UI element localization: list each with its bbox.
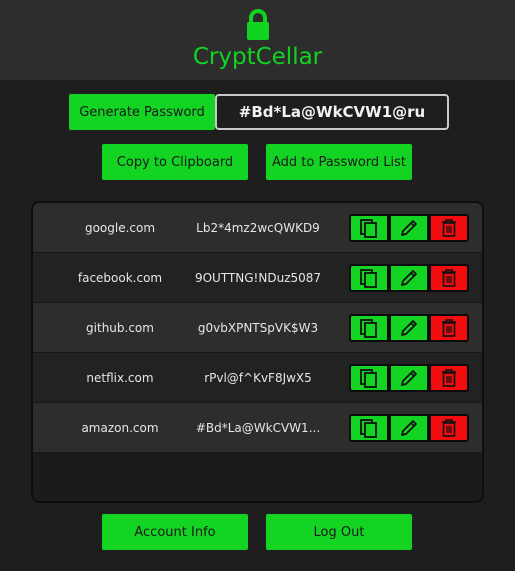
copy-password-button[interactable] — [349, 214, 389, 242]
pencil-icon — [401, 220, 417, 236]
edit-password-button[interactable] — [389, 414, 429, 442]
trash-icon — [442, 369, 456, 387]
copy-icon — [360, 219, 377, 238]
copy-password-button[interactable] — [349, 414, 389, 442]
app-header: CryptCellar — [0, 0, 515, 80]
lock-icon — [247, 9, 269, 40]
pencil-icon — [401, 320, 417, 336]
add-to-password-list-button[interactable]: Add to Password List — [266, 144, 412, 180]
password-row: google.com Lb2*4mz2wcQWKD9 — [33, 203, 482, 253]
password-row: facebook.com 9OUTTNG!NDuz5087 — [33, 253, 482, 303]
delete-password-button[interactable] — [429, 414, 469, 442]
delete-password-button[interactable] — [429, 314, 469, 342]
delete-password-button[interactable] — [429, 214, 469, 242]
generate-password-button[interactable]: Generate Password — [69, 94, 215, 130]
copy-icon — [360, 369, 377, 388]
trash-icon — [442, 269, 456, 287]
site-password: Lb2*4mz2wcQWKD9 — [196, 221, 320, 235]
trash-icon — [442, 319, 456, 337]
edit-password-button[interactable] — [389, 214, 429, 242]
copy-to-clipboard-button[interactable]: Copy to Clipboard — [102, 144, 248, 180]
site-password: g0vbXPNTSpVK$W3 — [197, 321, 319, 335]
pencil-icon — [401, 370, 417, 386]
edit-password-button[interactable] — [389, 364, 429, 392]
generated-password-field[interactable]: #Bd*La@WkCVW1@ru — [215, 94, 449, 130]
site-password: 9OUTTNG!NDuz5087 — [194, 271, 322, 285]
delete-password-button[interactable] — [429, 364, 469, 392]
copy-icon — [360, 419, 377, 438]
app-title: CryptCellar — [192, 44, 323, 70]
password-row: amazon.com #Bd*La@WkCVW1... — [33, 403, 482, 453]
site-password: rPvl@f^KvF8JwX5 — [204, 371, 312, 385]
site-name: github.com — [86, 321, 154, 335]
password-row: github.com g0vbXPNTSpVK$W3 — [33, 303, 482, 353]
delete-password-button[interactable] — [429, 264, 469, 292]
site-name: google.com — [84, 221, 156, 235]
password-list: google.com Lb2*4mz2wcQWKD9 facebook.com … — [31, 201, 484, 503]
site-name: amazon.com — [81, 421, 159, 435]
trash-icon — [442, 419, 456, 437]
edit-password-button[interactable] — [389, 314, 429, 342]
site-password: #Bd*La@WkCVW1... — [195, 421, 321, 435]
site-name: facebook.com — [77, 271, 163, 285]
account-info-button[interactable]: Account Info — [102, 514, 248, 550]
trash-icon — [442, 219, 456, 237]
edit-password-button[interactable] — [389, 264, 429, 292]
log-out-button[interactable]: Log Out — [266, 514, 412, 550]
copy-icon — [360, 319, 377, 338]
pencil-icon — [401, 270, 417, 286]
copy-password-button[interactable] — [349, 364, 389, 392]
pencil-icon — [401, 420, 417, 436]
password-row: netflix.com rPvl@f^KvF8JwX5 — [33, 353, 482, 403]
site-name: netflix.com — [86, 371, 154, 385]
copy-password-button[interactable] — [349, 264, 389, 292]
copy-icon — [360, 269, 377, 288]
copy-password-button[interactable] — [349, 314, 389, 342]
